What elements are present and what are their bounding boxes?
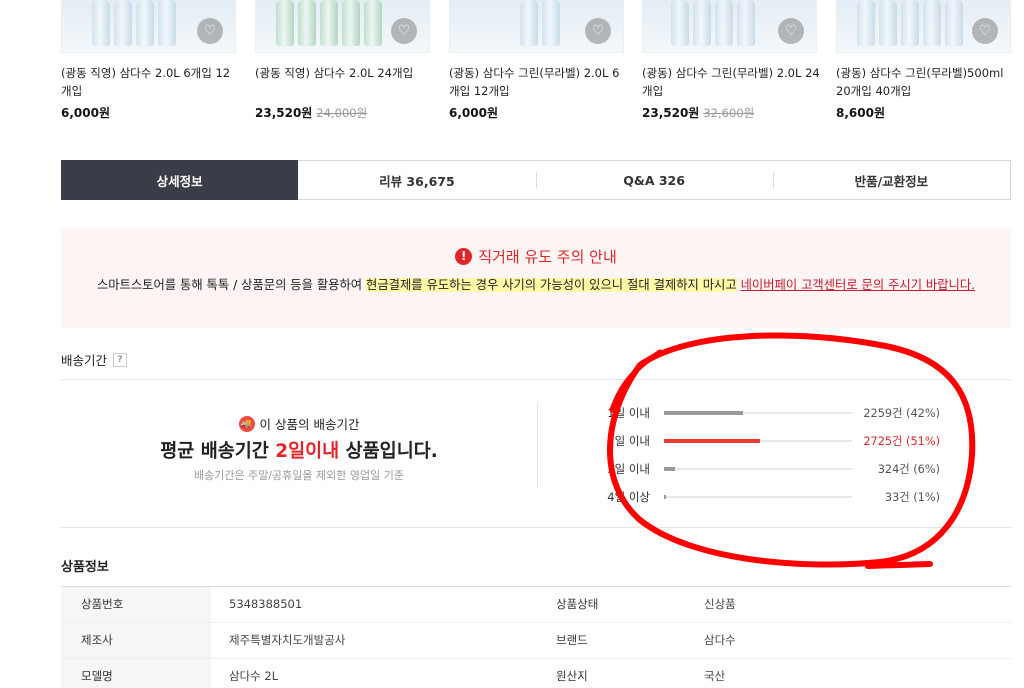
- product-thumbnail[interactable]: ♡: [449, 0, 624, 53]
- truck-icon: 🚚: [238, 415, 255, 432]
- delivery-average: 평균 배송기간 2일이내 상품입니다.: [160, 441, 438, 462]
- detail-tabs: 상세정보 리뷰 36,675 Q&A 326 반품/교환정보: [61, 160, 1011, 200]
- product-price: 6,000원: [449, 106, 498, 120]
- delivery-bar: [664, 439, 760, 443]
- heart-icon[interactable]: ♡: [972, 18, 998, 44]
- direct-trade-warning: ! 직거래 유도 주의 안내 스마트스토어를 통해 톡톡 / 상품문의 등을 활…: [61, 228, 1011, 328]
- delivery-row: 2일 이내 2725건 (51%): [607, 434, 940, 448]
- delivery-bar: [664, 495, 666, 499]
- product-info-title: 상품정보: [61, 560, 109, 575]
- delivery-bar: [664, 411, 743, 415]
- related-products: ♡ (광동 직영) 삼다수 2.0L 6개입 12개입 6,000원 ♡ (광동…: [61, 0, 1024, 130]
- product-price: 8,600원: [836, 106, 885, 120]
- table-row: 제조사 제주특별자치도개발공사 브랜드 삼다수: [61, 623, 1011, 659]
- delivery-bar: [664, 467, 676, 471]
- delivery-summary: 🚚 이 상품의 배송기간 평균 배송기간 2일이내 상품입니다. 배송기간은 주…: [61, 400, 537, 490]
- product-thumbnail[interactable]: ♡: [255, 0, 430, 53]
- divider: [61, 527, 1011, 528]
- product-thumbnail[interactable]: ♡: [836, 0, 1011, 53]
- divider: [61, 379, 1011, 380]
- product-info-table: 상품번호 5348388501 상품상태 신상품 제조사 제주특별자치도개발공사 브랜…: [61, 586, 1011, 688]
- warning-title: ! 직거래 유도 주의 안내: [61, 246, 1011, 267]
- delivery-period-label: 배송기간 ?: [61, 350, 128, 369]
- product-thumbnail[interactable]: ♡: [642, 0, 817, 53]
- tab-return-exchange[interactable]: 반품/교환정보: [772, 161, 1010, 199]
- divider: [537, 402, 538, 488]
- tab-details[interactable]: 상세정보: [61, 160, 299, 200]
- product-name[interactable]: (광동 직영) 삼다수 2.0L 24개입: [255, 64, 433, 82]
- heart-icon[interactable]: ♡: [778, 18, 804, 44]
- warning-highlight: 현금결제를 유도하는 경우 사기의 가능성이 있으니 절대 결제하지 마시고: [366, 278, 737, 292]
- table-row: 상품번호 5348388501 상품상태 신상품: [61, 587, 1011, 623]
- product-name[interactable]: (광동) 삼다수 그린(무라벨)500ml 20개입 40개입: [836, 64, 1014, 100]
- exclamation-icon: !: [455, 248, 473, 265]
- product-name[interactable]: (광동) 삼다수 그린(무라벨) 2.0L 24개입: [642, 64, 820, 100]
- delivery-row: 1일 이내 2259건 (42%): [607, 406, 940, 420]
- delivery-note: 배송기간은 주말/공휴일을 제외한 영업일 기준: [194, 469, 404, 482]
- tab-reviews[interactable]: 리뷰 36,675: [298, 161, 535, 199]
- product-name[interactable]: (광동) 삼다수 그린(무라벨) 2.0L 6개입 12개입: [449, 64, 627, 100]
- delivery-row: 4일 이상 33건 (1%): [607, 490, 940, 504]
- heart-icon[interactable]: ♡: [585, 18, 611, 44]
- product-thumbnail[interactable]: ♡: [61, 0, 236, 53]
- delivery-row: 3일 이내 324건 (6%): [607, 462, 940, 476]
- product-name[interactable]: (광동 직영) 삼다수 2.0L 6개입 12개입: [61, 64, 239, 100]
- heart-icon[interactable]: ♡: [391, 18, 417, 44]
- product-price: 23,520원 24,000원: [255, 106, 368, 120]
- product-price: 23,520원 32,600원: [642, 106, 755, 120]
- warning-body: 스마트스토어를 통해 톡톡 / 상품문의 등을 활용하여 현금결제를 유도하는 …: [96, 278, 976, 292]
- product-price: 6,000원: [61, 106, 110, 120]
- tab-qna[interactable]: Q&A 326: [535, 161, 773, 199]
- table-row: 모델명 삼다수 2L 원산지 국산: [61, 659, 1011, 688]
- naverpay-customer-center-link[interactable]: 네이버페이 고객센터로 문의 주시기 바랍니다.: [741, 278, 976, 292]
- heart-icon[interactable]: ♡: [197, 18, 223, 44]
- help-icon[interactable]: ?: [113, 352, 128, 367]
